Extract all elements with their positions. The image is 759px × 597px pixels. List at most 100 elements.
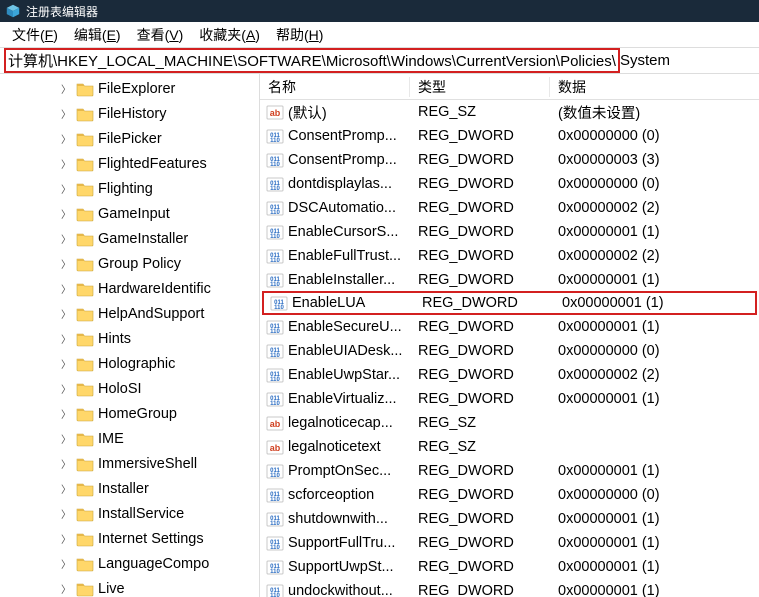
list-row[interactable]: EnableCursorS...REG_DWORD0x00000001 (1) [260,220,759,244]
list-row[interactable]: EnableInstaller...REG_DWORD0x00000001 (1… [260,268,759,292]
column-header-name[interactable]: 名称 [260,77,410,97]
folder-icon [76,356,94,372]
reg-sz-icon [266,438,284,456]
folder-icon [76,581,94,597]
tree-item[interactable]: 〉FlightedFeatures [0,151,259,176]
value-data: 0x00000002 (2) [550,367,759,383]
chevron-right-icon[interactable]: 〉 [58,256,74,271]
list-row[interactable]: legalnoticetextREG_SZ [260,435,759,459]
chevron-right-icon[interactable]: 〉 [58,356,74,371]
tree-item[interactable]: 〉 Live [0,576,259,597]
menu-v[interactable]: 查看(V) [129,23,192,47]
chevron-right-icon[interactable]: 〉 [58,431,74,446]
list-row[interactable]: undockwithout...REG_DWORD0x00000001 (1) [260,579,759,597]
menu-e[interactable]: 编辑(E) [66,23,129,47]
chevron-right-icon[interactable]: 〉 [58,556,74,571]
chevron-right-icon[interactable]: 〉 [58,581,74,596]
tree-view[interactable]: 〉FileExplorer〉FileHistory〉FilePicker〉Fli… [0,74,260,597]
tree-item[interactable]: 〉Hints [0,326,259,351]
tree-item-label: Live [98,581,125,597]
list-row[interactable]: shutdownwith...REG_DWORD0x00000001 (1) [260,507,759,531]
tree-item[interactable]: 〉HelpAndSupport [0,301,259,326]
tree-item[interactable]: 〉Holographic [0,351,259,376]
reg-dword-icon [266,486,284,504]
chevron-right-icon[interactable]: 〉 [58,481,74,496]
menu-f[interactable]: 文件(F) [4,23,66,47]
folder-icon [76,331,94,347]
tree-item[interactable]: 〉GameInput [0,201,259,226]
tree-item[interactable]: 〉FileExplorer [0,76,259,101]
chevron-right-icon[interactable]: 〉 [58,131,74,146]
path-text: 计算机\HKEY_LOCAL_MACHINE\SOFTWARE\Microsof… [8,53,616,70]
list-row[interactable]: SupportUwpSt...REG_DWORD0x00000001 (1) [260,555,759,579]
chevron-right-icon[interactable]: 〉 [58,306,74,321]
chevron-right-icon[interactable]: 〉 [58,81,74,96]
tree-item[interactable]: 〉ImmersiveShell [0,451,259,476]
list-row[interactable]: EnableSecureU...REG_DWORD0x00000001 (1) [260,315,759,339]
reg-dword-icon [266,271,284,289]
chevron-right-icon[interactable]: 〉 [58,281,74,296]
tree-item[interactable]: 〉FilePicker [0,126,259,151]
list-view[interactable]: 名称 类型 数据 (默认)REG_SZ(数值未设置)ConsentPromp..… [260,74,759,597]
chevron-right-icon[interactable]: 〉 [58,456,74,471]
tree-item[interactable]: 〉LanguageCompo [0,551,259,576]
list-row[interactable]: EnableUIADesk...REG_DWORD0x00000000 (0) [260,339,759,363]
chevron-right-icon[interactable]: 〉 [58,381,74,396]
list-row[interactable]: legalnoticecap...REG_SZ [260,411,759,435]
tree-item[interactable]: 〉Flighting [0,176,259,201]
column-header-type[interactable]: 类型 [410,77,550,97]
tree-item[interactable]: 〉 HardwareIdentific [0,276,259,301]
chevron-right-icon[interactable]: 〉 [58,506,74,521]
list-row[interactable]: EnableVirtualiz...REG_DWORD0x00000001 (1… [260,387,759,411]
list-row[interactable]: ConsentPromp...REG_DWORD0x00000003 (3) [260,148,759,172]
list-row[interactable]: ConsentPromp...REG_DWORD0x00000000 (0) [260,124,759,148]
column-header-data[interactable]: 数据 [550,77,759,97]
chevron-right-icon[interactable]: 〉 [58,206,74,221]
menu-h[interactable]: 帮助(H) [268,23,331,47]
list-row[interactable]: DSCAutomatio...REG_DWORD0x00000002 (2) [260,196,759,220]
chevron-right-icon[interactable]: 〉 [58,106,74,121]
list-row[interactable]: scforceoptionREG_DWORD0x00000000 (0) [260,483,759,507]
value-name: EnableCursorS... [288,224,398,240]
chevron-right-icon[interactable]: 〉 [58,181,74,196]
list-row[interactable]: dontdisplaylas...REG_DWORD0x00000000 (0) [260,172,759,196]
tree-item[interactable]: 〉InstallService [0,501,259,526]
tree-item[interactable]: 〉Installer [0,476,259,501]
reg-dword-icon [266,582,284,597]
list-row[interactable]: (默认)REG_SZ(数值未设置) [260,100,759,124]
list-row[interactable]: SupportFullTru...REG_DWORD0x00000001 (1) [260,531,759,555]
list-row[interactable]: PromptOnSec...REG_DWORD0x00000001 (1) [260,459,759,483]
address-bar[interactable]: 计算机\HKEY_LOCAL_MACHINE\SOFTWARE\Microsof… [0,48,759,74]
menu-a[interactable]: 收藏夹(A) [191,23,268,47]
tree-item[interactable]: 〉HomeGroup [0,401,259,426]
chevron-right-icon[interactable]: 〉 [58,406,74,421]
tree-item-label: HardwareIdentific [98,281,211,297]
tree-item[interactable]: 〉Group Policy [0,251,259,276]
reg-dword-icon [266,534,284,552]
tree-item-label: Internet Settings [98,531,204,547]
chevron-right-icon[interactable]: 〉 [58,531,74,546]
value-name: scforceoption [288,487,374,503]
value-type: REG_DWORD [410,200,550,216]
chevron-right-icon[interactable]: 〉 [58,331,74,346]
tree-item-label: HoloSI [98,381,142,397]
tree-item[interactable]: 〉GameInstaller [0,226,259,251]
tree-item[interactable]: 〉IME [0,426,259,451]
value-type: REG_DWORD [410,248,550,264]
value-type: REG_DWORD [410,176,550,192]
list-row[interactable]: EnableFullTrust...REG_DWORD0x00000002 (2… [260,244,759,268]
chevron-right-icon[interactable]: 〉 [58,156,74,171]
window-title: 注册表编辑器 [26,3,98,20]
chevron-right-icon[interactable]: 〉 [58,231,74,246]
folder-icon [76,481,94,497]
list-row[interactable]: EnableUwpStar...REG_DWORD0x00000002 (2) [260,363,759,387]
path-suffix: System [620,52,670,69]
tree-item[interactable]: 〉FileHistory [0,101,259,126]
value-name: ConsentPromp... [288,128,397,144]
value-data: 0x00000001 (1) [550,559,759,575]
list-row[interactable]: EnableLUAREG_DWORD0x00000001 (1) [262,291,757,315]
value-name: SupportFullTru... [288,535,395,551]
tree-item[interactable]: 〉 Internet Settings [0,526,259,551]
tree-item[interactable]: 〉 HoloSI [0,376,259,401]
value-name: legalnoticetext [288,439,381,455]
